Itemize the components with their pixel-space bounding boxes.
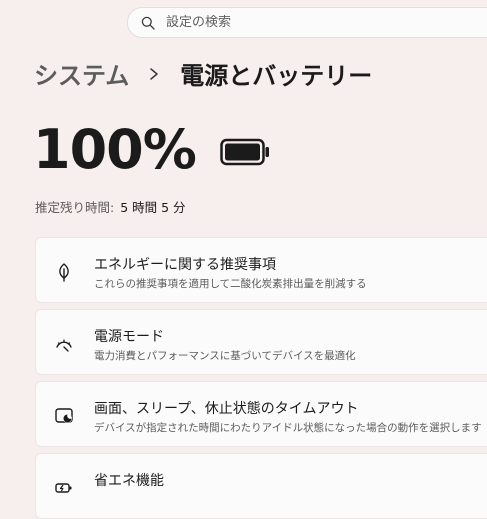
breadcrumb-parent-system[interactable]: システム xyxy=(34,56,129,91)
card-title: エネルギーに関する推奨事項 xyxy=(94,257,276,273)
screen-timeout-icon xyxy=(53,405,75,427)
breadcrumb: システム 電源とバッテリー xyxy=(34,56,372,91)
card-title: 画面、スリープ、休止状態のタイムアウト xyxy=(94,401,359,417)
card-title: 省エネ機能 xyxy=(94,473,164,489)
search-input[interactable] xyxy=(166,15,466,30)
battery-percentage: 100% xyxy=(33,118,197,181)
energy-recommendations-card[interactable]: エネルギーに関する推奨事項 これらの推奨事項を適用して二酸化炭素排出量を削減する xyxy=(35,237,487,303)
remaining-time-value: 5 時間 5 分 xyxy=(120,200,186,215)
leaf-icon xyxy=(53,261,75,283)
search-icon xyxy=(139,14,157,32)
page-title: 電源とバッテリー xyxy=(180,62,373,90)
screen-sleep-timeout-card[interactable]: 画面、スリープ、休止状態のタイムアウト デバイスが指定された時間にわたりアイドル… xyxy=(35,381,487,447)
card-subtitle: デバイスが指定された時間にわたりアイドル状態になった場合の動作を選択します xyxy=(94,422,482,434)
remaining-time: 推定残り時間: 5 時間 5 分 xyxy=(35,197,186,216)
power-mode-card[interactable]: 電源モード 電力消費とパフォーマンスに基づいてデバイスを最適化 xyxy=(35,309,487,375)
card-subtitle: 電力消費とパフォーマンスに基づいてデバイスを最適化 xyxy=(94,350,356,362)
battery-status: 100% xyxy=(33,118,270,181)
search-box[interactable] xyxy=(127,7,487,38)
remaining-time-label: 推定残り時間: xyxy=(35,200,115,215)
card-title: 電源モード xyxy=(94,329,164,345)
card-subtitle: これらの推奨事項を適用して二酸化炭素排出量を削減する xyxy=(94,278,367,290)
battery-icon xyxy=(220,138,270,170)
energy-saver-card[interactable]: 省エネ機能 xyxy=(35,453,487,519)
chevron-right-icon xyxy=(143,63,165,85)
gauge-icon xyxy=(53,333,75,355)
battery-fill xyxy=(224,143,260,160)
energy-saver-icon xyxy=(53,477,75,499)
